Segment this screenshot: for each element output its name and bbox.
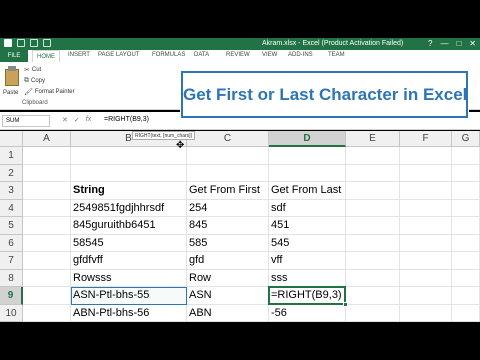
cell-d6[interactable]: 545 <box>269 235 346 253</box>
cell-c8[interactable]: Row <box>187 270 269 288</box>
cell-b5[interactable]: 845guruithb6451 <box>71 217 187 235</box>
formula-buttons: ✕ ✓ fx <box>62 116 91 124</box>
column-header-e[interactable]: E <box>346 131 400 147</box>
excel-logo-icon <box>4 39 12 47</box>
cell-b2[interactable] <box>71 165 187 183</box>
tab-formulas[interactable]: FORMULAS <box>152 52 185 58</box>
fill-handle[interactable] <box>343 301 348 307</box>
clipboard-group-label: Clipboard <box>22 100 48 106</box>
cell-d1[interactable] <box>269 147 346 165</box>
cell-b8[interactable]: Rowsss <box>71 270 187 288</box>
tab-team[interactable]: TEAM <box>328 52 345 58</box>
tab-insert[interactable]: INSERT <box>68 52 90 58</box>
gridline-vertical <box>451 147 452 322</box>
cell-d4[interactable]: sdf <box>269 200 346 218</box>
cell-d10[interactable]: -56 <box>269 305 346 323</box>
column-header-f[interactable]: F <box>400 131 452 147</box>
mouse-cursor-icon: ✥ <box>176 140 185 151</box>
cell-c3[interactable]: Get From First <box>187 182 269 200</box>
function-tooltip: RIGHT(text, [num_chars]) <box>132 131 196 140</box>
copy-label: Copy <box>31 78 46 84</box>
row-header-8[interactable]: 8 <box>0 269 23 287</box>
copy-icon: ⧉ <box>24 77 29 84</box>
paste-label: Paste <box>3 90 19 96</box>
active-cell-d9[interactable] <box>268 286 346 305</box>
save-icon[interactable] <box>17 39 25 47</box>
cell-c5[interactable]: 845 <box>187 217 269 235</box>
brush-icon: 🖌 <box>24 89 33 96</box>
column-header-d[interactable]: D <box>269 131 346 147</box>
insert-function-icon[interactable]: fx <box>86 116 91 124</box>
redo-icon[interactable] <box>43 39 51 47</box>
banner-text: Get First or Last Character in Excel <box>183 85 468 104</box>
cell-c10[interactable]: ABN <box>187 305 269 323</box>
cell-c9[interactable]: ASN <box>187 287 269 305</box>
cell-d5[interactable]: 451 <box>269 217 346 235</box>
cell-c2[interactable] <box>187 165 269 183</box>
row-header-10[interactable]: 10 <box>0 304 23 322</box>
row-header-7[interactable]: 7 <box>0 252 23 270</box>
window-title: Akram.xlsx - Excel (Product Activation F… <box>262 40 404 47</box>
cell-d8[interactable]: sss <box>269 270 346 288</box>
ribbon-tabs: FILE HOME INSERT PAGE LAYOUT FORMULAS DA… <box>0 50 480 62</box>
close-button[interactable]: ✕ <box>469 39 476 48</box>
clip-icon <box>8 66 16 71</box>
clipboard-icon <box>5 69 19 86</box>
worksheet-grid: ABCDEFG 1 2 3 4 5 6 7 8 9 10 String Get From First… <box>0 131 480 322</box>
cell-c1[interactable] <box>187 147 269 165</box>
help-button[interactable]: ? <box>428 39 432 48</box>
tab-add-ins[interactable]: ADD-INS <box>288 52 313 58</box>
tab-view[interactable]: VIEW <box>262 52 277 58</box>
cell-c7[interactable]: gfd <box>187 252 269 270</box>
row-header-9[interactable]: 9 <box>0 287 23 305</box>
tab-review[interactable]: REVIEW <box>226 52 250 58</box>
enter-icon[interactable]: ✓ <box>74 116 80 124</box>
scissors-icon: ✂ <box>24 67 30 74</box>
row-header-2[interactable]: 2 <box>0 164 23 182</box>
referenced-cell-highlight <box>71 287 187 305</box>
paste-button[interactable] <box>4 66 20 88</box>
cancel-icon[interactable]: ✕ <box>62 116 68 124</box>
cell-b6[interactable]: 58545 <box>71 235 187 253</box>
maximize-button[interactable]: □ <box>456 39 461 48</box>
minimize-button[interactable]: — <box>440 39 448 48</box>
gridline-vertical <box>399 147 400 322</box>
row-header-5[interactable]: 5 <box>0 217 23 235</box>
video-frame: Akram.xlsx - Excel (Product Activation F… <box>0 0 480 360</box>
cell-b3[interactable]: String <box>71 182 187 200</box>
cell-c4[interactable]: 254 <box>187 200 269 218</box>
column-header-g[interactable]: G <box>452 131 480 147</box>
cut-button[interactable]: ✂ Cut <box>24 66 41 74</box>
cut-label: Cut <box>31 67 42 73</box>
window-controls: ? — □ ✕ <box>428 39 476 48</box>
row-header-6[interactable]: 6 <box>0 234 23 252</box>
column-header-c[interactable]: C <box>187 131 269 147</box>
cell-d3[interactable]: Get From Last <box>269 182 346 200</box>
title-banner: Get First or Last Character in Excel <box>181 71 468 118</box>
column-header-a[interactable]: A <box>23 131 71 147</box>
row-header-4[interactable]: 4 <box>0 199 23 217</box>
row-header-3[interactable]: 3 <box>0 182 23 200</box>
select-all-corner[interactable] <box>0 131 23 147</box>
tab-home[interactable]: HOME <box>32 50 60 62</box>
format-painter-button[interactable]: 🖌 Format Painter <box>24 88 75 96</box>
tab-page-layout[interactable]: PAGE LAYOUT <box>98 52 139 58</box>
cell-b1[interactable] <box>71 147 187 165</box>
tab-file[interactable]: FILE <box>0 50 28 62</box>
quick-access-toolbar <box>4 39 51 47</box>
row-header-1[interactable]: 1 <box>0 147 23 165</box>
cell-b4[interactable]: 2549851fgdjhhrsdf <box>71 200 187 218</box>
formula-input[interactable]: =RIGHT(B9,3) <box>104 116 149 123</box>
cell-b10[interactable]: ABN-Ptl-bhs-56 <box>71 305 187 323</box>
cell-d7[interactable]: vff <box>269 252 346 270</box>
cell-d2[interactable] <box>269 165 346 183</box>
cell-c6[interactable]: 585 <box>187 235 269 253</box>
name-box[interactable]: SUM <box>2 115 50 127</box>
undo-icon[interactable] <box>30 39 38 47</box>
copy-button[interactable]: ⧉ Copy <box>24 77 45 85</box>
title-bar: Akram.xlsx - Excel (Product Activation F… <box>0 38 480 50</box>
tab-data[interactable]: DATA <box>194 52 209 58</box>
format-painter-label: Format Painter <box>34 89 75 95</box>
cell-b7[interactable]: gfdfvff <box>71 252 187 270</box>
